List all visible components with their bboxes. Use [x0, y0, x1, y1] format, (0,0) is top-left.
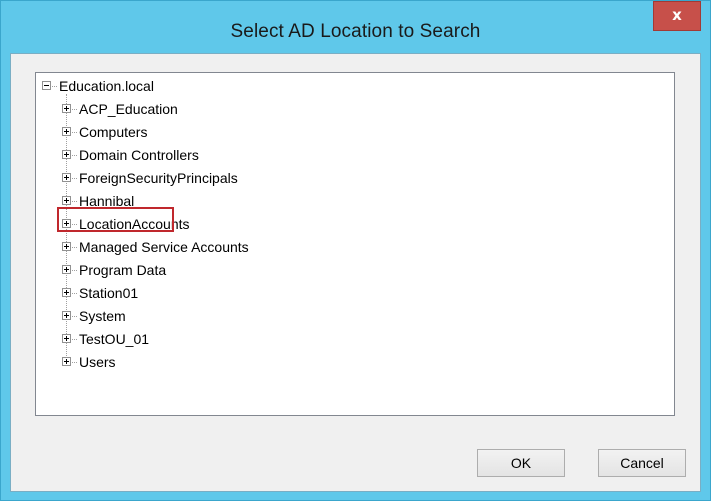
tree-root-label: Education.local	[59, 78, 154, 94]
tree-node-users[interactable]: Users	[62, 352, 462, 372]
tree-node-label: ForeignSecurityPrincipals	[79, 170, 238, 186]
close-button[interactable]: x	[653, 1, 701, 31]
tree-node-hannibal[interactable]: Hannibal	[62, 191, 462, 211]
tree-root-node[interactable]: Education.local	[42, 76, 342, 96]
tree-node-label: Hannibal	[79, 193, 135, 209]
tree-node-label: TestOU_01	[79, 331, 150, 347]
tree-node-location-accounts[interactable]: LocationAccounts	[62, 214, 462, 234]
expand-icon[interactable]	[62, 196, 71, 205]
dialog-body: Education.local ACP_Education Computers …	[10, 53, 701, 492]
tree-node-label: Managed Service Accounts	[79, 239, 249, 255]
expand-icon[interactable]	[62, 219, 71, 228]
expand-icon[interactable]	[62, 334, 71, 343]
expand-icon[interactable]	[62, 311, 71, 320]
tree-node-label: Users	[79, 354, 116, 370]
expand-icon[interactable]	[62, 265, 71, 274]
tree-node-managed-service-accounts[interactable]: Managed Service Accounts	[62, 237, 462, 257]
tree-node-domain-controllers[interactable]: Domain Controllers	[62, 145, 462, 165]
tree-node-label: Station01	[79, 285, 139, 301]
tree-node-acp-education[interactable]: ACP_Education	[62, 99, 462, 119]
tree-node-computers[interactable]: Computers	[62, 122, 462, 142]
expand-icon[interactable]	[62, 104, 71, 113]
expand-icon[interactable]	[62, 357, 71, 366]
collapse-icon[interactable]	[42, 81, 51, 90]
tree-node-testou-01[interactable]: TestOU_01	[62, 329, 462, 349]
expand-icon[interactable]	[62, 127, 71, 136]
ok-button[interactable]: OK	[477, 449, 565, 477]
tree-node-foreign-security-principals[interactable]: ForeignSecurityPrincipals	[62, 168, 462, 188]
tree-node-station01[interactable]: Station01	[62, 283, 462, 303]
tree-node-program-data[interactable]: Program Data	[62, 260, 462, 280]
expand-icon[interactable]	[62, 288, 71, 297]
cancel-button[interactable]: Cancel	[598, 449, 686, 477]
ad-tree-view[interactable]: Education.local ACP_Education Computers …	[35, 72, 675, 416]
tree-node-label: System	[79, 308, 126, 324]
expand-icon[interactable]	[62, 150, 71, 159]
tree-node-label: Computers	[79, 124, 148, 140]
tree-node-label: LocationAccounts	[79, 216, 190, 232]
tree-node-label: Domain Controllers	[79, 147, 199, 163]
expand-icon[interactable]	[62, 173, 71, 182]
tree-node-label: ACP_Education	[79, 101, 178, 117]
dialog-window: Select AD Location to Search x Education…	[0, 0, 711, 501]
tree-node-system[interactable]: System	[62, 306, 462, 326]
dialog-title: Select AD Location to Search	[230, 21, 481, 42]
expand-icon[interactable]	[62, 242, 71, 251]
tree-node-label: Program Data	[79, 262, 167, 278]
